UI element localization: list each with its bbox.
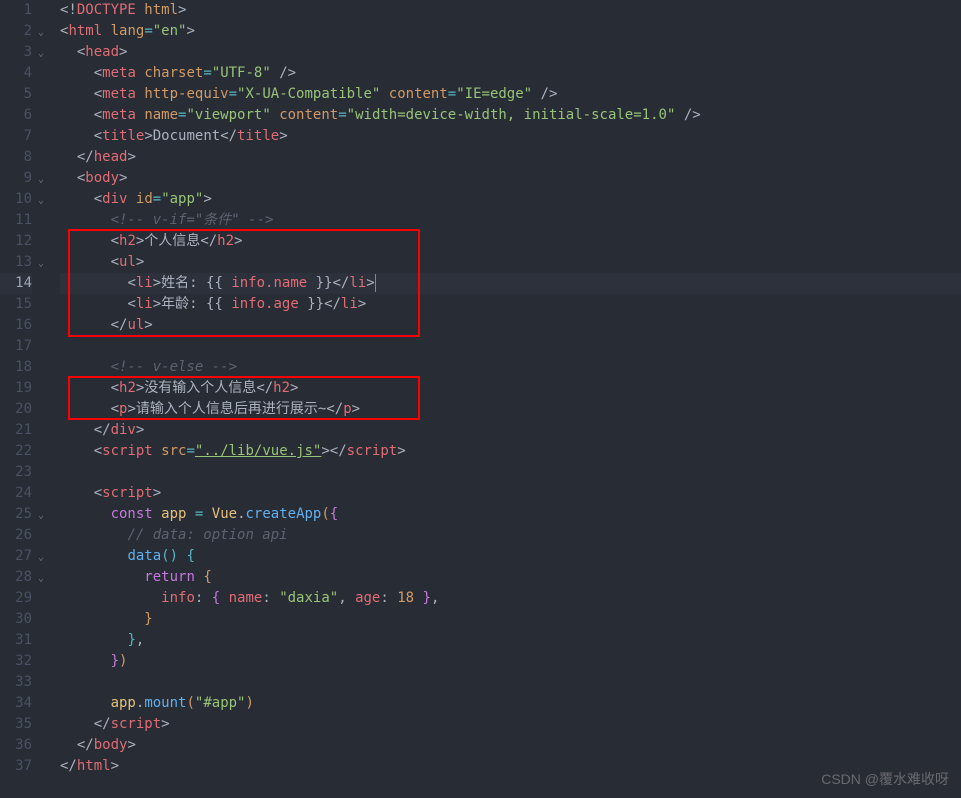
line-number: 8 — [0, 147, 32, 168]
code-line[interactable]: const app = Vue.createApp({ — [60, 504, 961, 525]
line-number: 12 — [0, 231, 32, 252]
code-line[interactable]: <h2>没有输入个人信息</h2> — [60, 378, 961, 399]
line-number: 35 — [0, 714, 32, 735]
code-line[interactable]: </body> — [60, 735, 961, 756]
line-number: 16 — [0, 315, 32, 336]
code-line[interactable] — [60, 672, 961, 693]
code-line[interactable]: <html lang="en"> — [60, 21, 961, 42]
line-number: 25⌄ — [0, 504, 32, 525]
code-line[interactable]: // data: option api — [60, 525, 961, 546]
line-number: 29 — [0, 588, 32, 609]
line-number: 18 — [0, 357, 32, 378]
code-line[interactable] — [60, 336, 961, 357]
line-number: 36 — [0, 735, 32, 756]
code-line[interactable]: <!-- v-if="条件" --> — [60, 210, 961, 231]
line-number: 13⌄ — [0, 252, 32, 273]
code-line[interactable]: return { — [60, 567, 961, 588]
line-number: 3⌄ — [0, 42, 32, 63]
code-line[interactable]: <h2>个人信息</h2> — [60, 231, 961, 252]
line-number: 5 — [0, 84, 32, 105]
line-number: 32 — [0, 651, 32, 672]
line-number: 1 — [0, 0, 32, 21]
code-line[interactable]: </div> — [60, 420, 961, 441]
code-line[interactable]: app.mount("#app") — [60, 693, 961, 714]
line-number: 26 — [0, 525, 32, 546]
line-number-gutter: 1 2⌄ 3⌄ 4 5 6 7 8 9⌄ 10⌄ 11 12 13⌄ 14 15… — [0, 0, 40, 777]
line-number: 34 — [0, 693, 32, 714]
code-line[interactable]: <body> — [60, 168, 961, 189]
line-number: 22 — [0, 441, 32, 462]
code-line[interactable]: </script> — [60, 714, 961, 735]
line-number: 30 — [0, 609, 32, 630]
code-line[interactable]: info: { name: "daxia", age: 18 }, — [60, 588, 961, 609]
line-number: 27⌄ — [0, 546, 32, 567]
line-number: 2⌄ — [0, 21, 32, 42]
line-number: 4 — [0, 63, 32, 84]
line-number: 28⌄ — [0, 567, 32, 588]
line-number: 19 — [0, 378, 32, 399]
line-number: 7 — [0, 126, 32, 147]
line-number: 15 — [0, 294, 32, 315]
line-number: 6 — [0, 105, 32, 126]
code-line[interactable]: }, — [60, 630, 961, 651]
code-line[interactable]: <li>年龄: {{ info.age }}</li> — [60, 294, 961, 315]
line-number: 21 — [0, 420, 32, 441]
line-number: 10⌄ — [0, 189, 32, 210]
code-line[interactable]: <script> — [60, 483, 961, 504]
code-line[interactable]: <!-- v-else --> — [60, 357, 961, 378]
code-line[interactable]: <div id="app"> — [60, 189, 961, 210]
code-line[interactable]: <meta charset="UTF-8" /> — [60, 63, 961, 84]
code-line[interactable]: <head> — [60, 42, 961, 63]
line-number: 37 — [0, 756, 32, 777]
line-number: 17 — [0, 336, 32, 357]
code-line[interactable]: </ul> — [60, 315, 961, 336]
code-editor[interactable]: 1 2⌄ 3⌄ 4 5 6 7 8 9⌄ 10⌄ 11 12 13⌄ 14 15… — [0, 0, 961, 777]
line-number: 11 — [0, 210, 32, 231]
code-content[interactable]: <!DOCTYPE html> <html lang="en"> <head> … — [40, 0, 961, 777]
code-line[interactable]: <title>Document</title> — [60, 126, 961, 147]
code-line[interactable]: <meta name="viewport" content="width=dev… — [60, 105, 961, 126]
line-number: 20 — [0, 399, 32, 420]
line-number: 14 — [0, 273, 32, 294]
line-number: 31 — [0, 630, 32, 651]
code-line[interactable]: </head> — [60, 147, 961, 168]
line-number: 33 — [0, 672, 32, 693]
code-line[interactable]: } — [60, 609, 961, 630]
code-line[interactable]: <p>请输入个人信息后再进行展示~</p> — [60, 399, 961, 420]
code-line[interactable] — [60, 462, 961, 483]
code-line[interactable]: <!DOCTYPE html> — [60, 0, 961, 21]
code-line[interactable]: <ul> — [60, 252, 961, 273]
code-line[interactable]: <meta http-equiv="X-UA-Compatible" conte… — [60, 84, 961, 105]
line-number: 9⌄ — [0, 168, 32, 189]
text-cursor — [375, 274, 376, 292]
code-line[interactable]: <li>姓名: {{ info.name }}</li> — [60, 273, 961, 294]
line-number: 23 — [0, 462, 32, 483]
line-number: 24 — [0, 483, 32, 504]
code-line[interactable]: <script src="../lib/vue.js"></script> — [60, 441, 961, 462]
watermark: CSDN @覆水难收呀 — [821, 769, 949, 790]
code-line[interactable]: data() { — [60, 546, 961, 567]
code-line[interactable]: }) — [60, 651, 961, 672]
